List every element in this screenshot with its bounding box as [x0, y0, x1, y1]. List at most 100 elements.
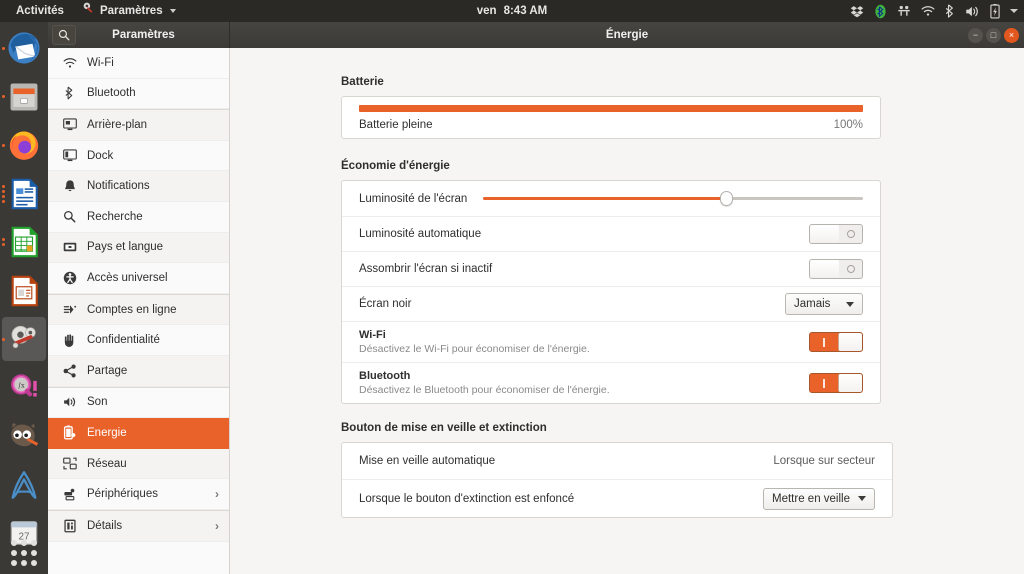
dim-screen-toggle[interactable]: [809, 259, 863, 279]
sidebar-item-label: Énergie: [87, 426, 127, 439]
dock-item-libreoffice-writer[interactable]: [2, 172, 46, 216]
row-power-button[interactable]: Lorsque le bouton d'extinction est enfon…: [342, 480, 892, 517]
sidebar-item-label: Wi-Fi: [87, 56, 114, 69]
sidebar-item-privacy[interactable]: Confidentialité: [48, 325, 229, 356]
row-wifi[interactable]: Wi-Fi Désactivez le Wi-Fi pour économise…: [342, 322, 880, 363]
power-saving-section-title: Économie d'énergie: [341, 160, 450, 172]
bluetooth-label: Bluetooth: [359, 370, 411, 382]
sidebar-item-network[interactable]: Réseau: [48, 448, 229, 480]
sidebar-item-sound[interactable]: Son: [48, 388, 229, 419]
sidebar-item-region-language[interactable]: Pays et langue: [48, 232, 229, 264]
toggle-knob: [810, 225, 839, 243]
toggle-on-marker: [810, 333, 838, 351]
suspend-section-title: Bouton de mise en veille et extinction: [341, 422, 547, 434]
volume-icon[interactable]: [965, 5, 980, 18]
chevron-down-icon: [169, 9, 176, 13]
sidebar-item-power[interactable]: Énergie: [48, 418, 229, 449]
settings-sidebar[interactable]: Wi-Fi Bluetooth Arrière-plan Dock Notifi…: [48, 48, 230, 574]
battery-percent-label: 100%: [833, 119, 863, 131]
search-button[interactable]: [52, 25, 76, 45]
sidebar-item-label: Détails: [87, 519, 123, 532]
sidebar-item-sharing[interactable]: Partage: [48, 355, 229, 387]
auto-suspend-label: Mise en veille automatique: [359, 455, 496, 467]
row-auto-brightness[interactable]: Luminosité automatique: [342, 217, 880, 252]
settings-window: Paramètres Énergie − □ × Wi-Fi Bluetooth…: [48, 22, 1024, 574]
slider-thumb[interactable]: [719, 191, 733, 206]
sidebar-item-notifications[interactable]: Notifications: [48, 171, 229, 202]
bluetooth-toggle[interactable]: [809, 373, 863, 393]
devices-icon: [62, 487, 77, 502]
sidebar-item-label: Arrière-plan: [87, 118, 148, 131]
bluetooth-active-icon[interactable]: [874, 4, 887, 19]
row-auto-suspend[interactable]: Mise en veille automatique Lorsque sur s…: [342, 443, 892, 480]
running-indicator: [2, 46, 5, 50]
battery-status-label: Batterie pleine: [359, 119, 433, 131]
dock-item-firefox[interactable]: [2, 123, 46, 167]
activities-button[interactable]: Activités: [7, 0, 73, 22]
clock-button[interactable]: ven 8:43 AM: [477, 5, 548, 17]
system-tray: [850, 3, 1018, 19]
sidebar-item-wifi[interactable]: Wi-Fi: [48, 48, 229, 79]
remote-desktop-icon[interactable]: [897, 5, 911, 17]
dock-item-ardour[interactable]: [2, 463, 46, 507]
dock-icon: [62, 148, 77, 163]
battery-section: Batterie Batterie pleine 100%: [341, 76, 881, 139]
sidebar-item-devices[interactable]: Périphériques ›: [48, 479, 229, 510]
blank-screen-value: Jamais: [794, 298, 831, 310]
show-applications-button[interactable]: [11, 540, 37, 566]
row-dim-screen[interactable]: Assombrir l'écran si inactif: [342, 252, 880, 287]
sidebar-item-dock[interactable]: Dock: [48, 141, 229, 172]
dock-item-thunderbird[interactable]: [2, 26, 46, 70]
sidebar-item-details[interactable]: Détails ›: [48, 510, 229, 542]
bluetooth-icon[interactable]: [945, 4, 955, 18]
dock-item-settings[interactable]: [2, 317, 46, 361]
wifi-label: Wi-Fi: [359, 329, 386, 341]
sidebar-item-label: Comptes en ligne: [87, 303, 177, 316]
row-screen-brightness[interactable]: Luminosité de l'écran: [342, 181, 880, 217]
dock-item-libreoffice-impress[interactable]: [2, 269, 46, 313]
suspend-card: Mise en veille automatique Lorsque sur s…: [341, 442, 893, 518]
sidebar-item-search[interactable]: Recherche: [48, 202, 229, 233]
sidebar-item-label: Réseau: [87, 457, 127, 470]
bluetooth-icon: [62, 86, 77, 101]
dock-item-gimp[interactable]: [2, 414, 46, 458]
wifi-toggle[interactable]: [809, 332, 863, 352]
row-bluetooth[interactable]: Bluetooth Désactivez le Bluetooth pour é…: [342, 363, 880, 403]
settings-content-power: Batterie Batterie pleine 100% Économie d…: [230, 48, 1024, 574]
blank-screen-combo[interactable]: Jamais: [785, 293, 863, 315]
share-icon: [62, 363, 77, 378]
region-language-icon: [62, 240, 77, 255]
row-blank-screen[interactable]: Écran noir Jamais: [342, 287, 880, 322]
sidebar-header-title: Paramètres: [112, 29, 175, 41]
sidebar-item-background[interactable]: Arrière-plan: [48, 110, 229, 141]
app-menu-button[interactable]: Paramètres: [73, 0, 185, 22]
mathematics-icon: ∫x: [11, 373, 37, 396]
toggle-knob: [837, 333, 862, 351]
maximize-button[interactable]: □: [986, 27, 1001, 43]
battery-level-bar: [359, 105, 863, 112]
power-button-combo[interactable]: Mettre en veille: [763, 487, 875, 510]
sidebar-item-bluetooth[interactable]: Bluetooth: [48, 79, 229, 110]
dock-item-mathematics[interactable]: ∫x: [2, 366, 46, 410]
auto-brightness-toggle[interactable]: [809, 224, 863, 244]
power-icon: [62, 425, 77, 440]
close-button[interactable]: ×: [1004, 27, 1019, 43]
running-indicator: [2, 95, 5, 98]
libreoffice-impress-icon: [11, 275, 38, 306]
sidebar-item-accessibility[interactable]: Accès universel: [48, 263, 229, 294]
settings-app-icon: [82, 0, 95, 22]
minimize-button[interactable]: −: [968, 27, 983, 43]
auto-brightness-label: Luminosité automatique: [359, 228, 482, 240]
battery-icon[interactable]: [990, 3, 1000, 19]
dock-item-files[interactable]: [2, 75, 46, 119]
desktop-screen: Activités Paramètres ven 8:43 AM ∫x 27 P…: [0, 0, 1024, 574]
system-menu-caret-icon[interactable]: [1010, 9, 1018, 13]
running-indicator: [2, 184, 5, 203]
screen-brightness-slider[interactable]: [483, 190, 863, 208]
power-saving-card: Luminosité de l'écran Luminosité automat…: [341, 180, 881, 404]
header-bar-sidebar-part: Paramètres: [48, 22, 230, 48]
dropbox-icon[interactable]: [850, 5, 864, 18]
sidebar-item-online-accounts[interactable]: Comptes en ligne: [48, 294, 229, 326]
dock-item-libreoffice-calc[interactable]: [2, 220, 46, 264]
wifi-icon[interactable]: [921, 5, 935, 17]
